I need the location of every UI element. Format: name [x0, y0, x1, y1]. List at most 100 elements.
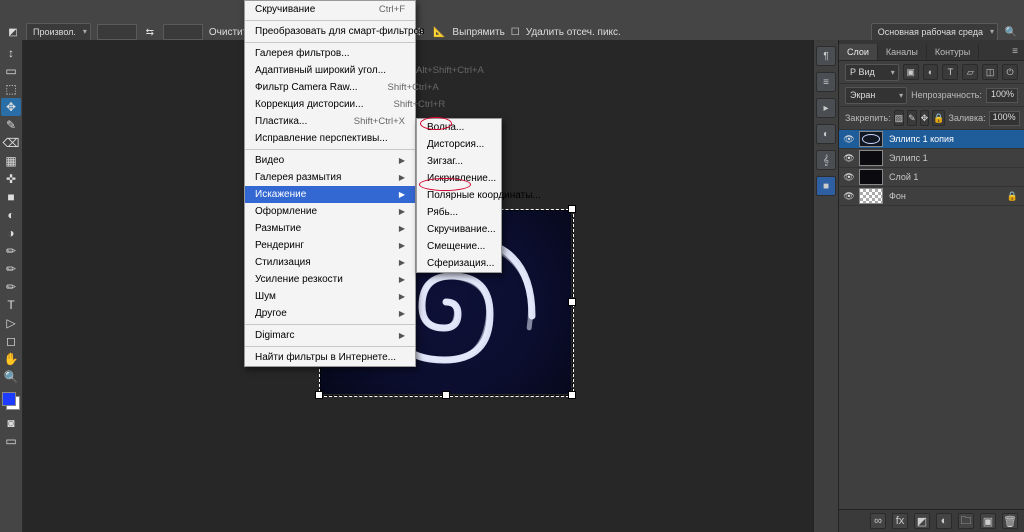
menu-item[interactable]: Видео▶: [245, 152, 415, 169]
menu-item[interactable]: Полярные координаты...: [417, 187, 501, 204]
tab-layers[interactable]: Слои: [839, 44, 878, 60]
layer-name[interactable]: Фон: [889, 191, 906, 201]
menu-item-distort[interactable]: Искажение▶: [245, 186, 415, 203]
pen-tool[interactable]: ✏: [1, 278, 21, 296]
layer-row[interactable]: 👁 Эллипс 1 копия: [839, 130, 1024, 149]
new-layer-icon[interactable]: ▣: [980, 513, 996, 529]
lock-pixels-icon[interactable]: ✎: [907, 110, 917, 126]
lock-transparency-icon[interactable]: ▨: [894, 110, 905, 126]
crop-ratio-select[interactable]: Произвол.: [26, 23, 91, 41]
crop-height-input[interactable]: [163, 24, 203, 40]
adjustment-layer-icon[interactable]: ◐: [936, 513, 952, 529]
filter-type-icon[interactable]: T: [942, 64, 958, 80]
menu-item[interactable]: Коррекция дисторсии...Shift+Ctrl+R: [245, 96, 415, 113]
menu-item[interactable]: Усиление резкости▶: [245, 271, 415, 288]
lasso-tool[interactable]: ⬚: [1, 80, 21, 98]
adjustments-panel-icon[interactable]: ◐: [816, 124, 836, 144]
menu-item[interactable]: Пластика...Shift+Ctrl+X: [245, 113, 415, 130]
visibility-toggle[interactable]: 👁: [839, 153, 859, 164]
tab-channels[interactable]: Каналы: [878, 44, 927, 60]
menu-item[interactable]: Оформление▶: [245, 203, 415, 220]
swap-dimensions-icon[interactable]: ⇆: [143, 25, 157, 39]
layer-name[interactable]: Эллипс 1: [889, 153, 928, 163]
opacity-input[interactable]: 100%: [986, 88, 1018, 103]
filter-toggle[interactable]: ⏻: [1002, 64, 1018, 80]
filter-smart-icon[interactable]: ◫: [982, 64, 998, 80]
path-select-tool[interactable]: ▷: [1, 314, 21, 332]
menu-item[interactable]: Найти фильтры в Интернете...: [245, 349, 415, 366]
straighten-icon[interactable]: 📐: [432, 25, 446, 39]
canvas[interactable]: [23, 40, 813, 532]
filter-shape-icon[interactable]: ▱: [962, 64, 978, 80]
fill-input[interactable]: 100%: [989, 111, 1020, 126]
visibility-toggle[interactable]: 👁: [839, 172, 859, 183]
swatches-panel-icon[interactable]: ■: [816, 176, 836, 196]
visibility-toggle[interactable]: 👁: [839, 134, 859, 145]
delete-cropped-checkbox[interactable]: ☐: [511, 27, 520, 38]
brush-tool[interactable]: ▦: [1, 152, 21, 170]
history-brush-tool[interactable]: ■: [1, 188, 21, 206]
actions-panel-icon[interactable]: ▸: [816, 98, 836, 118]
layer-group-icon[interactable]: 🗀: [958, 513, 974, 529]
properties-panel-icon[interactable]: ≡: [816, 72, 836, 92]
panel-menu-icon[interactable]: ≡: [1006, 43, 1024, 60]
layer-fx-icon[interactable]: fx: [892, 513, 908, 529]
menu-item[interactable]: Сферизация...: [417, 255, 501, 272]
layer-mask-icon[interactable]: ◩: [914, 513, 930, 529]
gradient-tool[interactable]: ◑: [1, 224, 21, 242]
layer-row[interactable]: 👁 Фон 🔒: [839, 187, 1024, 206]
healing-tool[interactable]: ⌫: [1, 134, 21, 152]
type-tool[interactable]: T: [1, 296, 21, 314]
foreground-background-swatches[interactable]: [2, 392, 20, 410]
menu-item[interactable]: Исправление перспективы...Alt+Ctrl+V: [245, 130, 415, 147]
search-icon[interactable]: 🔍: [1004, 25, 1018, 39]
menu-item[interactable]: Другое▶: [245, 305, 415, 322]
crop-width-input[interactable]: [97, 24, 137, 40]
move-tool[interactable]: ↕: [1, 44, 21, 62]
menu-item-twirl[interactable]: Скручивание...: [417, 221, 501, 238]
filter-menu[interactable]: СкручиваниеCtrl+F Преобразовать для смар…: [244, 0, 416, 367]
marquee-tool[interactable]: ▭: [1, 62, 21, 80]
filter-adjust-icon[interactable]: ◐: [923, 64, 939, 80]
filter-pixel-icon[interactable]: ▣: [903, 64, 919, 80]
lock-position-icon[interactable]: ✥: [920, 110, 930, 126]
eyedropper-tool[interactable]: ✎: [1, 116, 21, 134]
zoom-tool[interactable]: 🔍: [1, 368, 21, 386]
layer-thumbnail[interactable]: [859, 131, 883, 147]
menu-item[interactable]: Размытие▶: [245, 220, 415, 237]
quickmask-toggle[interactable]: ◙: [1, 414, 21, 432]
menu-item[interactable]: Зигзаг...: [417, 153, 501, 170]
tab-paths[interactable]: Контуры: [927, 44, 979, 60]
menu-item[interactable]: Преобразовать для смарт-фильтров: [245, 23, 415, 40]
menu-item[interactable]: Digimarc▶: [245, 327, 415, 344]
layer-row[interactable]: 👁 Слой 1: [839, 168, 1024, 187]
menu-item[interactable]: Рендеринг▶: [245, 237, 415, 254]
menu-item-wave[interactable]: Волна...: [417, 119, 501, 136]
menu-item[interactable]: Галерея размытия▶: [245, 169, 415, 186]
menu-item[interactable]: Галерея фильтров...: [245, 45, 415, 62]
menu-item[interactable]: Дисторсия...: [417, 136, 501, 153]
menu-item[interactable]: Шум▶: [245, 288, 415, 305]
blend-mode-select[interactable]: Экран: [845, 87, 907, 104]
crop-tool[interactable]: ✥: [1, 98, 21, 116]
distort-submenu[interactable]: Волна... Дисторсия... Зигзаг... Искривле…: [416, 118, 502, 273]
link-layers-icon[interactable]: ∞: [870, 513, 886, 529]
layer-row[interactable]: 👁 Эллипс 1: [839, 149, 1024, 168]
menu-item[interactable]: Фильтр Camera Raw...Shift+Ctrl+A: [245, 79, 415, 96]
menu-item[interactable]: Рябь...: [417, 204, 501, 221]
visibility-toggle[interactable]: 👁: [839, 191, 859, 202]
menu-item[interactable]: Адаптивный широкий угол...Alt+Shift+Ctrl…: [245, 62, 415, 79]
layer-thumbnail[interactable]: [859, 150, 883, 166]
hand-tool[interactable]: ✋: [1, 350, 21, 368]
workspace-select[interactable]: Основная рабочая среда: [871, 23, 998, 41]
menu-item[interactable]: СкручиваниеCtrl+F: [245, 1, 415, 18]
screenmode-toggle[interactable]: ▭: [1, 432, 21, 450]
delete-layer-icon[interactable]: 🗑: [1002, 513, 1018, 529]
layer-name[interactable]: Слой 1: [889, 172, 918, 182]
stamp-tool[interactable]: ✜: [1, 170, 21, 188]
layer-name[interactable]: Эллипс 1 копия: [889, 134, 954, 144]
layer-thumbnail[interactable]: [859, 169, 883, 185]
dodge-tool[interactable]: ✏: [1, 260, 21, 278]
color-panel-icon[interactable]: 𝄞: [816, 150, 836, 170]
menu-item[interactable]: Искривление...: [417, 170, 501, 187]
